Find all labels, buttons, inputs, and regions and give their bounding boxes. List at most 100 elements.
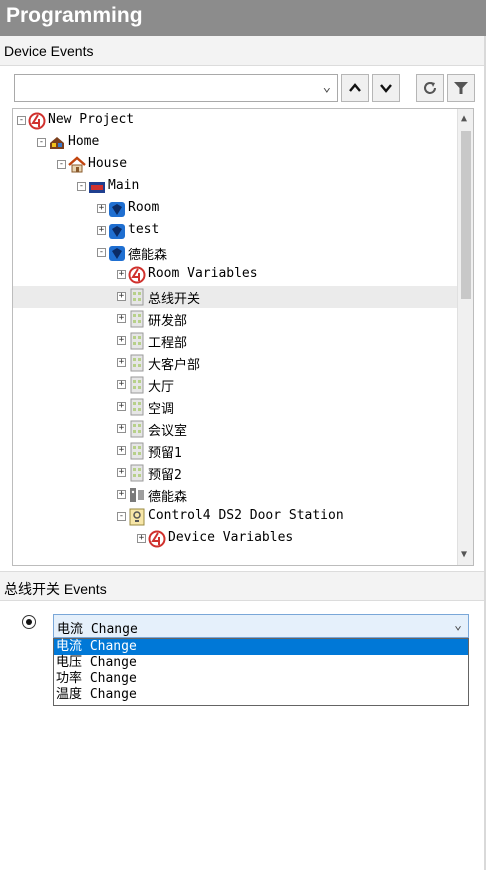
device-icon	[128, 464, 146, 482]
event-option[interactable]: 温度 Change	[54, 687, 468, 703]
tree-item-label: 会议室	[148, 424, 188, 439]
tree-item[interactable]: + 研发部	[13, 308, 459, 330]
expand-icon[interactable]: +	[117, 380, 126, 389]
refresh-button[interactable]	[416, 74, 444, 102]
tree-item[interactable]: - Home	[13, 132, 459, 154]
tree-item[interactable]: - New Project	[13, 110, 459, 132]
tree-item[interactable]: + 大客户部	[13, 352, 459, 374]
expand-icon[interactable]: +	[117, 468, 126, 477]
c4-logo-icon	[148, 530, 166, 548]
tree-item[interactable]: + Room	[13, 198, 459, 220]
collapse-icon[interactable]: -	[97, 248, 106, 257]
tree-item-label: 预留1	[148, 446, 182, 461]
chevron-down-icon	[380, 84, 392, 93]
chevron-down-icon[interactable]: ⌄	[454, 618, 462, 633]
room-icon	[108, 200, 126, 218]
tree-item-label: New Project	[48, 112, 135, 127]
tree-item-label: 空调	[148, 402, 175, 417]
filter-icon	[454, 82, 468, 94]
tree-item[interactable]: + 预留1	[13, 440, 459, 462]
tree-item-label: 大厅	[148, 380, 175, 395]
expand-icon[interactable]: +	[117, 270, 126, 279]
tree-item[interactable]: - Main	[13, 176, 459, 198]
collapse-icon[interactable]: -	[17, 116, 26, 125]
tree-item-label: 总线开关	[148, 292, 201, 307]
device-tree[interactable]: - New Project - Home - House - Main + Room + test - 德…	[12, 108, 474, 566]
collapse-icon[interactable]: -	[77, 182, 86, 191]
event-option[interactable]: 功率 Change	[54, 671, 468, 687]
tree-item[interactable]: + Device Variables	[13, 528, 459, 550]
house-icon	[68, 156, 86, 174]
tree-item-label: 德能森	[148, 490, 188, 505]
expand-icon[interactable]: +	[117, 446, 126, 455]
move-up-button[interactable]	[341, 74, 369, 102]
tree-item[interactable]: + 工程部	[13, 330, 459, 352]
event-radio[interactable]	[22, 615, 36, 629]
tree-item-label: Device Variables	[168, 530, 294, 545]
chevron-down-icon[interactable]: ⌄	[323, 79, 331, 95]
move-down-button[interactable]	[372, 74, 400, 102]
expand-icon[interactable]: +	[97, 204, 106, 213]
filter-button[interactable]	[447, 74, 475, 102]
tree-scrollbar[interactable]: ▲ ▼	[457, 109, 473, 565]
tree-item[interactable]: + 空调	[13, 396, 459, 418]
room-icon	[108, 222, 126, 240]
expand-icon[interactable]: +	[117, 358, 126, 367]
device-icon	[128, 376, 146, 394]
device-icon	[128, 288, 146, 306]
home-icon	[48, 134, 66, 152]
event-dropdown-list[interactable]: 电流 Change 电压 Change 功率 Change 温度 Change	[53, 638, 469, 706]
tree-item[interactable]: + 大厅	[13, 374, 459, 396]
device-events-selector[interactable]: ⌄	[14, 74, 338, 102]
tree-item[interactable]: + test	[13, 220, 459, 242]
collapse-icon[interactable]: -	[37, 138, 46, 147]
chevron-up-icon	[349, 83, 361, 92]
tree-item[interactable]: + Room Variables	[13, 264, 459, 286]
tree-item-label: 研发部	[148, 314, 188, 329]
device-icon	[128, 310, 146, 328]
tree-item-label: 工程部	[148, 336, 188, 351]
expand-icon[interactable]: +	[97, 226, 106, 235]
tree-item[interactable]: - Control4 DS2 Door Station	[13, 506, 459, 528]
scroll-down-icon[interactable]: ▼	[461, 549, 467, 560]
tree-item-label: Room	[128, 200, 160, 215]
tree-item[interactable]: + 预留2	[13, 462, 459, 484]
expand-icon[interactable]: +	[117, 292, 126, 301]
device-icon	[128, 442, 146, 460]
device-events-header: Device Events	[0, 36, 486, 66]
tree-item[interactable]: - 德能森	[13, 242, 459, 264]
event-option[interactable]: 电流 Change	[54, 639, 468, 655]
expand-icon[interactable]: +	[117, 336, 126, 345]
expand-icon[interactable]: +	[117, 424, 126, 433]
event-option[interactable]: 电压 Change	[54, 655, 468, 671]
collapse-icon[interactable]: -	[117, 512, 126, 521]
tree-item-label: Main	[108, 178, 140, 193]
tree-item-label: 德能森	[128, 248, 168, 263]
expand-icon[interactable]: +	[117, 490, 126, 499]
tree-item-label: 预留2	[148, 468, 182, 483]
c4-logo-icon	[28, 112, 46, 130]
tree-item-label: Home	[68, 134, 100, 149]
scroll-thumb[interactable]	[461, 131, 471, 299]
scroll-up-icon[interactable]: ▲	[461, 113, 467, 124]
tree-item-label: Room Variables	[148, 266, 258, 281]
room-icon	[108, 244, 126, 262]
device-icon	[128, 420, 146, 438]
expand-icon[interactable]: +	[117, 314, 126, 323]
device-icon	[128, 354, 146, 372]
tree-item[interactable]: + 德能森	[13, 484, 459, 506]
tree-item[interactable]: - House	[13, 154, 459, 176]
tree-item-label: 大客户部	[148, 358, 201, 373]
collapse-icon[interactable]: -	[57, 160, 66, 169]
event-select[interactable]: 电流 Change ⌄	[53, 614, 469, 638]
controller-icon	[128, 486, 146, 504]
device-icon	[128, 398, 146, 416]
tree-item[interactable]: + 总线开关	[13, 286, 459, 308]
tree-item-label: Control4 DS2 Door Station	[148, 508, 344, 523]
tree-item-label: test	[128, 222, 160, 237]
expand-icon[interactable]: +	[117, 402, 126, 411]
expand-icon[interactable]: +	[137, 534, 146, 543]
door-station-icon	[128, 508, 146, 526]
floor-icon	[88, 178, 106, 196]
tree-item[interactable]: + 会议室	[13, 418, 459, 440]
